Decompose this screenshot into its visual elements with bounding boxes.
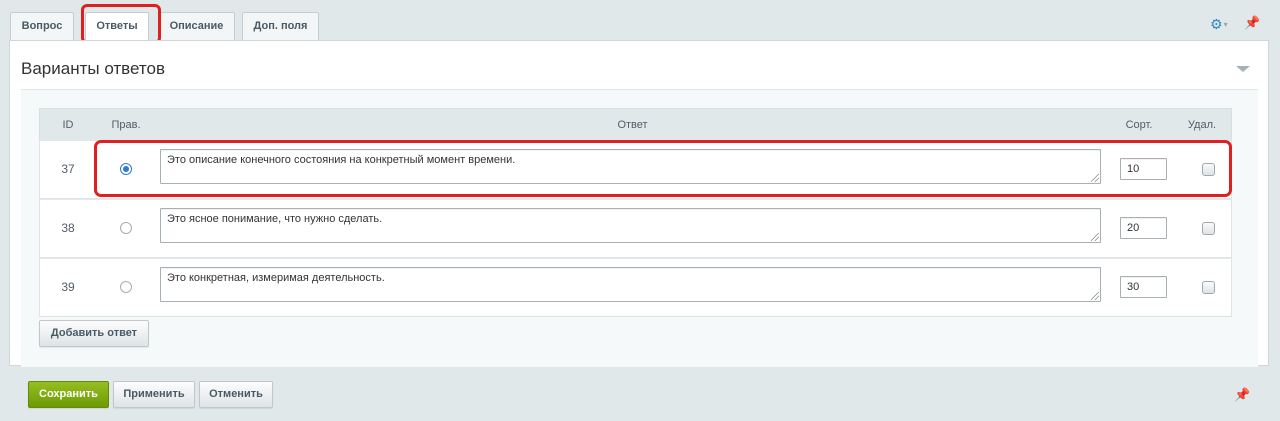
pin-icon[interactable]: 📌 bbox=[1234, 387, 1250, 403]
header-sort: Сорт. bbox=[1125, 119, 1153, 131]
answer-text: Это конкретная, измеримая деятельность. bbox=[167, 272, 385, 284]
tab-description[interactable]: Описание bbox=[158, 12, 235, 41]
tab-extra-fields[interactable]: Доп. поля bbox=[242, 12, 319, 41]
header-id: ID bbox=[62, 119, 74, 131]
chevron-down-icon: ▾ bbox=[1223, 20, 1228, 30]
resize-grip-icon[interactable] bbox=[1091, 233, 1099, 241]
table-header: ID Прав. Ответ Сорт. Удал. bbox=[39, 108, 1232, 140]
sort-input[interactable]: 20 bbox=[1120, 217, 1167, 239]
apply-button[interactable]: Применить bbox=[113, 381, 195, 408]
row-id: 37 bbox=[61, 162, 75, 176]
correct-radio[interactable] bbox=[120, 163, 132, 175]
answer-textarea[interactable]: Это описание конечного состояния на конк… bbox=[160, 149, 1101, 184]
delete-checkbox[interactable] bbox=[1202, 163, 1215, 176]
answer-text: Это ясное понимание, что нужно сделать. bbox=[167, 213, 383, 225]
correct-radio[interactable] bbox=[120, 281, 132, 293]
answers-panel: Варианты ответов ID Прав. Ответ Сорт. Уд… bbox=[9, 40, 1269, 367]
header-answer: Ответ bbox=[617, 119, 648, 131]
row-id: 38 bbox=[61, 221, 75, 235]
sort-input[interactable]: 30 bbox=[1120, 276, 1167, 298]
row-id: 39 bbox=[61, 280, 75, 294]
answer-textarea[interactable]: Это конкретная, измеримая деятельность. bbox=[160, 267, 1101, 302]
cancel-button[interactable]: Отменить bbox=[199, 381, 273, 408]
table-row: 37 Это описание конечного состояния на к… bbox=[39, 140, 1232, 199]
header-correct: Прав. bbox=[111, 119, 141, 131]
answer-text: Это описание конечного состояния на конк… bbox=[167, 154, 516, 166]
section-title: Варианты ответов bbox=[21, 59, 165, 78]
resize-grip-icon[interactable] bbox=[1091, 174, 1099, 182]
collapse-chevron-icon[interactable] bbox=[1236, 66, 1250, 72]
answer-textarea[interactable]: Это ясное понимание, что нужно сделать. bbox=[160, 208, 1101, 243]
gear-icon[interactable]: ⚙▾ bbox=[1210, 17, 1230, 31]
delete-checkbox[interactable] bbox=[1202, 222, 1215, 235]
tab-question[interactable]: Вопрос bbox=[10, 12, 74, 41]
save-button[interactable]: Сохранить bbox=[28, 381, 109, 408]
answers-area: ID Прав. Ответ Сорт. Удал. 37 Это описан… bbox=[21, 89, 1258, 367]
table-row: 38 Это ясное понимание, что нужно сделат… bbox=[39, 199, 1232, 258]
delete-checkbox[interactable] bbox=[1202, 281, 1215, 294]
tab-answers[interactable]: Ответы bbox=[85, 12, 149, 42]
answers-table: ID Прав. Ответ Сорт. Удал. 37 Это описан… bbox=[39, 108, 1232, 317]
resize-grip-icon[interactable] bbox=[1091, 292, 1099, 300]
sort-input[interactable]: 10 bbox=[1120, 158, 1167, 180]
table-row: 39 Это конкретная, измеримая деятельност… bbox=[39, 258, 1232, 317]
add-answer-button[interactable]: Добавить ответ bbox=[39, 320, 149, 347]
header-delete: Удал. bbox=[1187, 119, 1217, 131]
correct-radio[interactable] bbox=[120, 222, 132, 234]
pin-icon[interactable]: 📌 bbox=[1244, 15, 1260, 31]
